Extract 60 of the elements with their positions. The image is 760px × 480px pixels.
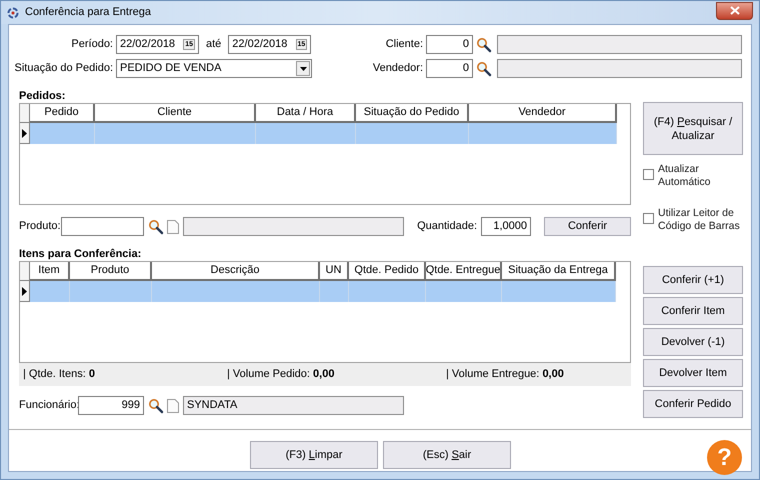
status-dropdown[interactable]: PEDIDO DE VENDA (116, 59, 312, 78)
search-icon[interactable] (148, 398, 164, 414)
checkbox-label: Atualizar Automático (658, 163, 712, 189)
action-button[interactable]: Conferir Item (643, 297, 743, 325)
close-icon (730, 6, 740, 15)
caret-icon (300, 66, 306, 70)
action-button[interactable]: Devolver (-1) (643, 328, 743, 356)
employee-name-field: SYNDATA (183, 396, 404, 415)
column-header[interactable]: Qtde. Entregue (426, 262, 502, 281)
column-header[interactable]: Data / Hora (256, 104, 356, 123)
field-label: Cliente: (384, 37, 423, 52)
column-header[interactable]: UN (320, 262, 349, 281)
footer-button[interactable]: (F3) Limpar (250, 441, 378, 469)
summary-text: | Volume Entregue: 0,00 (446, 367, 564, 382)
app-icon (7, 6, 19, 18)
action-button[interactable]: Conferir Pedido (643, 390, 743, 418)
search-icon[interactable] (476, 36, 492, 52)
row-pointer-icon (22, 286, 27, 296)
checkbox-label: Utilizar Leitor de Código de Barras (658, 207, 741, 233)
column-header[interactable]: Cliente (95, 104, 256, 123)
summary-text: | Volume Pedido: 0,00 (227, 367, 336, 382)
section-title: Pedidos: (19, 89, 66, 102)
code-field[interactable]: 0 (426, 59, 473, 78)
column-header[interactable]: Item (30, 262, 70, 281)
summary-text: | Qtde. Itens: 0 (23, 367, 96, 382)
action-button[interactable]: Devolver Item (643, 359, 743, 387)
section-title: Itens para Conferência: (19, 247, 142, 260)
column-header[interactable]: Qtde. Pedido (349, 262, 426, 281)
employee-code-field[interactable]: 999 (78, 396, 144, 415)
field-label: Vendedor: (372, 61, 423, 76)
field-label: Situação do Pedido: (14, 61, 113, 76)
row-header[interactable] (20, 123, 30, 144)
row-pointer-icon (22, 128, 27, 138)
search-icon[interactable] (476, 60, 492, 76)
search-icon[interactable] (148, 218, 164, 234)
quantity-field[interactable]: 1,0000 (481, 217, 531, 236)
check-button[interactable]: Conferir (544, 217, 631, 236)
checkbox[interactable] (643, 169, 654, 180)
field-label: Produto: (19, 219, 61, 234)
field-label: até (206, 37, 222, 52)
field-label: Funcionário: (19, 398, 78, 414)
action-button[interactable]: Conferir (+1) (643, 266, 743, 294)
field-label: Quantidade: (417, 219, 477, 234)
column-header[interactable]: Descrição (152, 262, 320, 281)
checkbox[interactable] (643, 213, 654, 224)
code-field[interactable]: 0 (426, 35, 473, 54)
close-button[interactable] (716, 2, 753, 20)
field-label: Período: (70, 37, 113, 52)
row-header[interactable] (20, 281, 30, 302)
product-field[interactable] (61, 217, 144, 236)
column-header[interactable]: Vendedor (469, 104, 617, 123)
document-icon[interactable] (167, 398, 179, 412)
window-title: Conferência para Entrega (25, 5, 151, 20)
search-refresh-button[interactable]: (F4) Pesquisar / Atualizar (643, 102, 743, 155)
column-header[interactable]: Produto (70, 262, 152, 281)
column-header[interactable]: Situação da Entrega (502, 262, 616, 281)
column-header[interactable]: Situação do Pedido (356, 104, 469, 123)
footer-button[interactable]: (Esc) Sair (383, 441, 511, 469)
document-icon[interactable] (167, 220, 179, 234)
column-header[interactable]: Pedido (30, 104, 95, 123)
